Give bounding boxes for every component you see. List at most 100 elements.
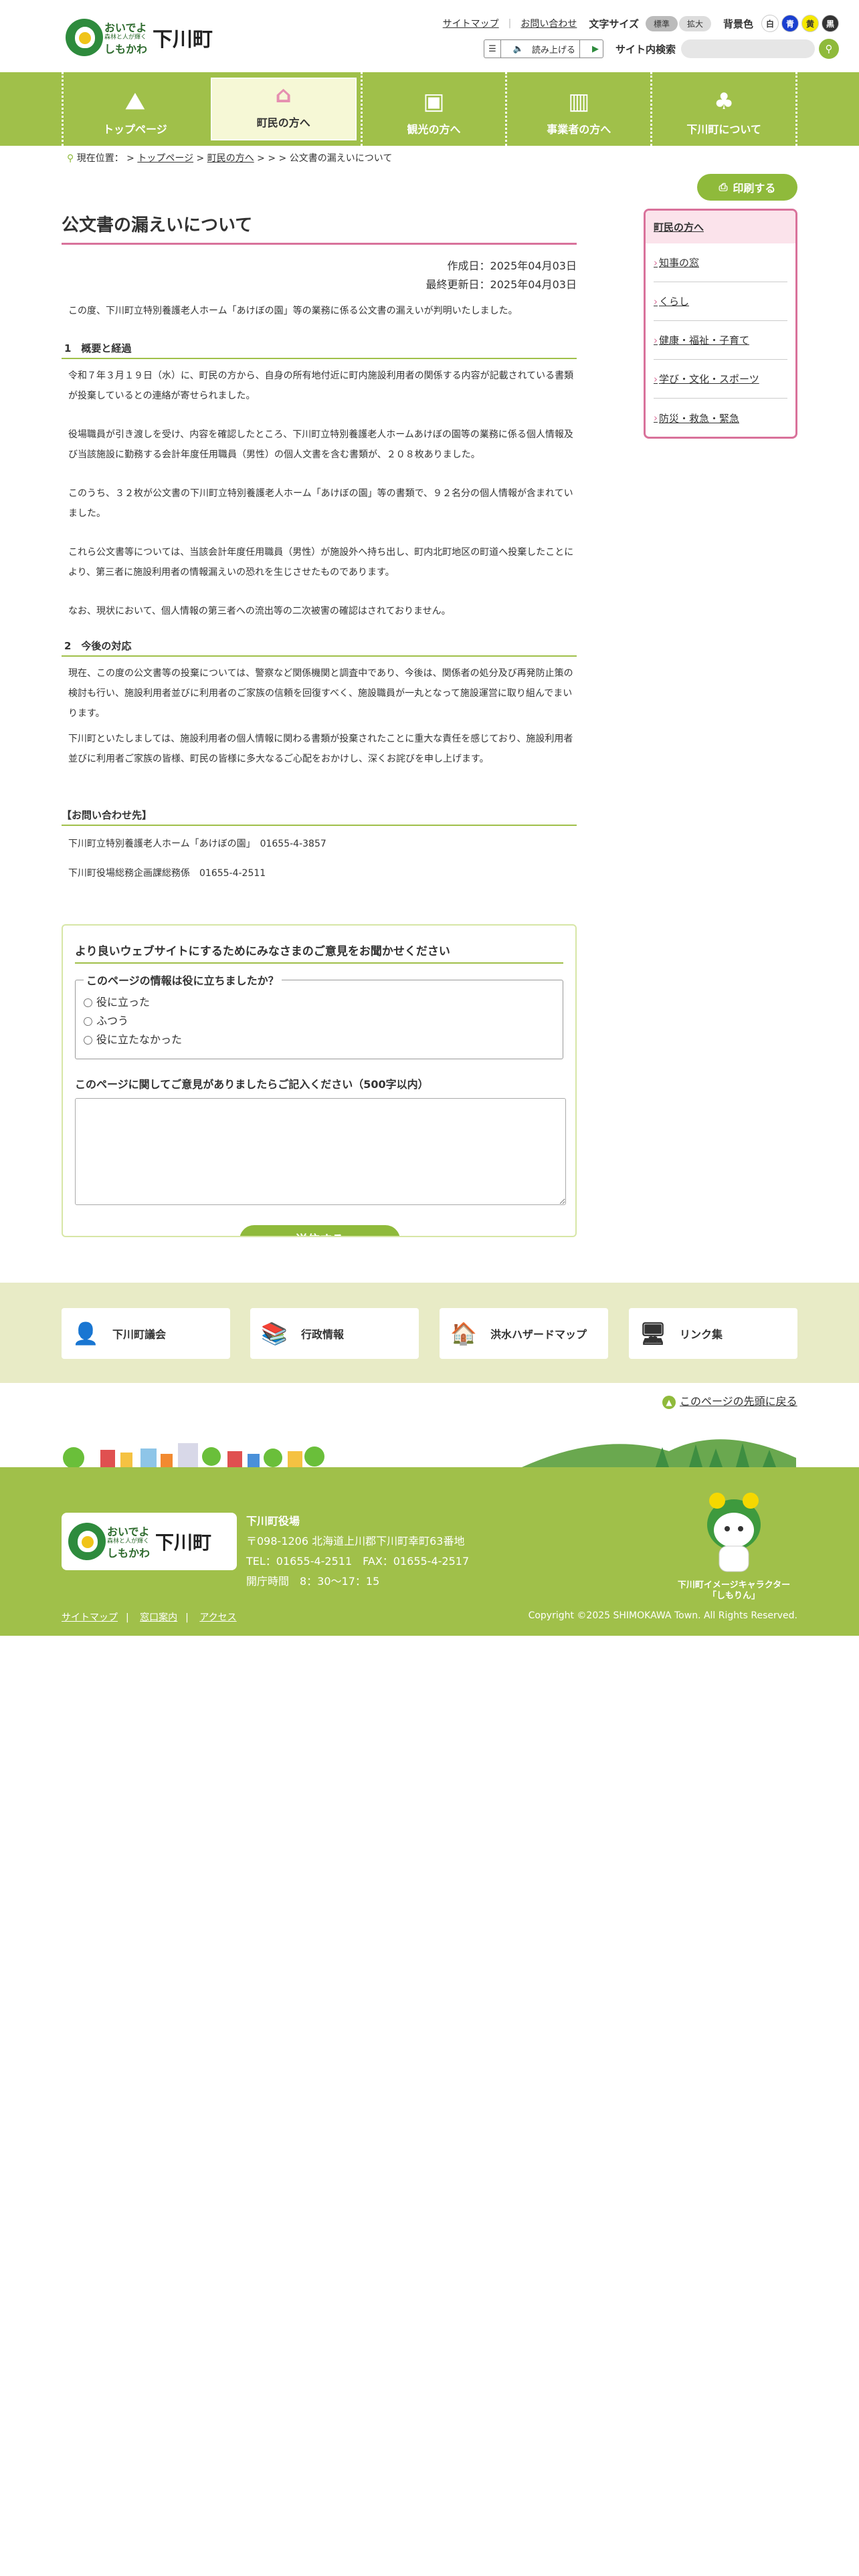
breadcrumb-link[interactable]: 町民の方へ (207, 153, 254, 164)
site-name: 下川町 (153, 28, 213, 51)
main-content: 公文書の漏えいについて 作成日：2025年04月03日 最終更新日：2025年0… (62, 209, 577, 883)
section-heading: 1 概要と経過 (62, 337, 577, 359)
flood-icon: 🏠 (450, 1321, 477, 1346)
footer-logo[interactable]: おいでよ 森林と人が輝く しもかわ 下川町 (62, 1513, 237, 1570)
comment-textarea[interactable] (75, 1098, 566, 1205)
radio-label: 役に立った (96, 996, 151, 1008)
dates: 作成日：2025年04月03日 最終更新日：2025年04月03日 (62, 257, 577, 294)
nav-item-business[interactable]: ▥ 事業者の方へ (505, 72, 650, 146)
paragraph: 現在、この度の公文書等の投棄については、警察など関係機関と調査中であり、今後は、… (68, 668, 573, 719)
paragraph: なお、現状において、個人情報の第三者への流出等の二次被害の確認はされておりません… (68, 606, 451, 617)
site-name: 下川町 (155, 1531, 212, 1553)
banner-links[interactable]: 🖥 リンク集 (629, 1308, 797, 1359)
office-name: 下川町役場 (246, 1515, 300, 1527)
footer-link-counter[interactable]: 窓口案内 (140, 1612, 177, 1623)
created-date: 作成日：2025年04月03日 (447, 259, 577, 272)
radio-not-helpful[interactable]: 役に立たなかった (84, 1031, 555, 1049)
search-icon[interactable]: ⚲ (819, 39, 839, 59)
global-nav: ⛰ トップページ ⌂ 町民の方へ ▣ 観光の方へ ▥ 事業者の方へ ♣ 下川町に… (0, 72, 859, 146)
office-info: 下川町役場 〒098-1206 北海道上川郡下川町幸町63番地 TEL：0165… (246, 1511, 469, 1592)
mascot-caption: 下川町イメージキャラクター (677, 1580, 791, 1590)
banner-admin[interactable]: 📚 行政情報 (250, 1308, 419, 1359)
printer-icon: ⎙ (719, 181, 728, 193)
nav-label: 下川町について (686, 123, 761, 136)
nav-label: 観光の方へ (407, 123, 461, 136)
office-phone: TEL：01655-4-2511 FAX：01655-4-2517 (246, 1555, 470, 1568)
sidebar-item[interactable]: くらし (654, 282, 787, 321)
print-label: 印刷する (733, 182, 776, 195)
luggage-icon: ▣ (423, 88, 445, 115)
logo-text: しもかわ (104, 43, 148, 56)
bg-yellow-button[interactable]: 黄 (801, 15, 819, 32)
search-input[interactable] (681, 39, 815, 58)
books-icon: 📚 (261, 1321, 288, 1346)
helpful-question: このページの情報は役に立ちましたか？ 役に立った ふつう 役に立たなかった (75, 972, 563, 1059)
font-size-label: 文字サイズ (589, 17, 639, 30)
footer-bottom: サイトマップ | 窓口案内 | アクセス Copyright ©2025 SHIMO… (62, 1610, 797, 1623)
footer-link-sitemap[interactable]: サイトマップ (62, 1612, 118, 1623)
bg-white-button[interactable]: 白 (761, 15, 779, 32)
contact-link[interactable]: お問い合わせ (520, 17, 577, 30)
updated-date: 最終更新日：2025年04月03日 (425, 278, 577, 291)
logo-mark: おいでよ 森林と人が輝く しもかわ (68, 1520, 150, 1563)
site-footer: おいでよ 森林と人が輝く しもかわ 下川町 下川町役場 〒098-1206 北海… (0, 1467, 859, 1636)
banner-hazard-map[interactable]: 🏠 洪水ハザードマップ (440, 1308, 608, 1359)
footer-link-access[interactable]: アクセス (199, 1612, 236, 1623)
bg-black-button[interactable]: 黒 (822, 15, 839, 32)
back-to-top-label: このページの先頭に戻る (680, 1395, 797, 1408)
paragraph: 令和７年３月１９日（水）に、町民の方から、自身の所有地付近に町内施設利用者の関係… (68, 370, 574, 401)
contact-heading: 【お問い合わせ先】 (62, 804, 577, 826)
sidebar-item[interactable]: 健康・福祉・子育て (654, 321, 787, 360)
copyright: Copyright ©2025 SHIMOKAWA Town. All Righ… (528, 1610, 797, 1621)
mascot-icon (707, 1493, 761, 1572)
nav-item-tourists[interactable]: ▣ 観光の方へ (360, 72, 506, 146)
radio-label: 役に立たなかった (96, 1033, 183, 1046)
site-header: おいでよ 森林と人が輝く しもかわ 下川町 サイトマップ | お問い合わせ 文字… (0, 0, 859, 72)
sidebar-item[interactable]: 防災・救急・緊急 (654, 399, 787, 437)
arrow-up-icon: ▲ (662, 1396, 676, 1409)
sidebar-item[interactable]: 知事の窓 (654, 243, 787, 282)
nav-label: 事業者の方へ (547, 123, 611, 136)
feedback-form: より良いウェブサイトにするためにみなさまのご意見をお聞かせください このページの… (62, 924, 577, 1237)
print-button[interactable]: ⎙ 印刷する (697, 174, 797, 201)
breadcrumb: ⚲ 現在位置： > トップページ > 町民の方へ > > > 公文書の漏えいにつ… (67, 153, 393, 164)
page-title: 公文書の漏えいについて (62, 209, 577, 245)
speaker-icon: 🔈 (512, 43, 524, 54)
bg-blue-button[interactable]: 青 (781, 15, 799, 32)
radio-helpful[interactable]: 役に立った (84, 993, 555, 1012)
nav-item-top[interactable]: ⛰ トップページ (62, 72, 207, 146)
council-icon: 👤 (72, 1321, 99, 1346)
tools-bar: ☰ 🔈 読み上げる ▶ サイト内検索 ⚲ (484, 39, 839, 59)
nav-item-residents[interactable]: ⌂ 町民の方へ (210, 78, 357, 140)
font-standard-button[interactable]: 標準 (645, 15, 678, 31)
mascot: 下川町イメージキャラクター 「しもりん」 (677, 1490, 791, 1602)
banner-label: 洪水ハザードマップ (490, 1328, 587, 1341)
back-to-top-link[interactable]: ▲ このページの先頭に戻る (662, 1392, 797, 1409)
contact-line: 下川町立特別養護老人ホーム「あけぼの園」 01655-4-3857 (68, 839, 326, 849)
submit-button[interactable]: 送信する (240, 1225, 400, 1236)
nav-item-about[interactable]: ♣ 下川町について (650, 72, 797, 146)
footer-scenery (63, 1439, 796, 1467)
breadcrumb-label: 現在位置： (76, 153, 124, 164)
paragraph: これら公文書等については、当該会計年度任用職員（男性）が施設外へ持ち出し、町内北… (68, 547, 574, 578)
banner-label: 下川町議会 (112, 1328, 167, 1341)
play-icon: ▶ (591, 43, 599, 54)
office-address: 〒098-1206 北海道上川郡下川町幸町63番地 (246, 1535, 465, 1547)
breadcrumb-link[interactable]: トップページ (137, 153, 193, 164)
read-aloud-button[interactable]: ☰ 🔈 読み上げる ▶ (484, 39, 603, 58)
sidebar-heading[interactable]: 町民の方へ (646, 211, 795, 243)
office-hours: 開庁時間 8：30〜17：15 (246, 1575, 380, 1588)
intro-paragraph: この度、下川町立特別養護老人ホーム「あけぼの園」等の業務に係る公文書の漏えいが判… (68, 306, 518, 316)
sidebar-item[interactable]: 学び・文化・スポーツ (654, 360, 787, 399)
site-logo[interactable]: おいでよ 森林と人が輝く しもかわ 下川町 (66, 16, 213, 59)
section-heading: 2 今後の対応 (62, 635, 577, 657)
font-large-button[interactable]: 拡大 (678, 15, 711, 31)
menu-icon: ☰ (488, 43, 496, 54)
sitemap-link[interactable]: サイトマップ (443, 17, 499, 30)
nav-label: 町民の方へ (256, 116, 310, 129)
breadcrumb-current: 公文書の漏えいについて (289, 153, 393, 164)
radio-neutral[interactable]: ふつう (84, 1012, 555, 1031)
monitor-icon: 🖥 (639, 1321, 667, 1346)
banner-council[interactable]: 👤 下川町議会 (62, 1308, 230, 1359)
logo-mark: おいでよ 森林と人が輝く しもかわ (66, 16, 148, 59)
